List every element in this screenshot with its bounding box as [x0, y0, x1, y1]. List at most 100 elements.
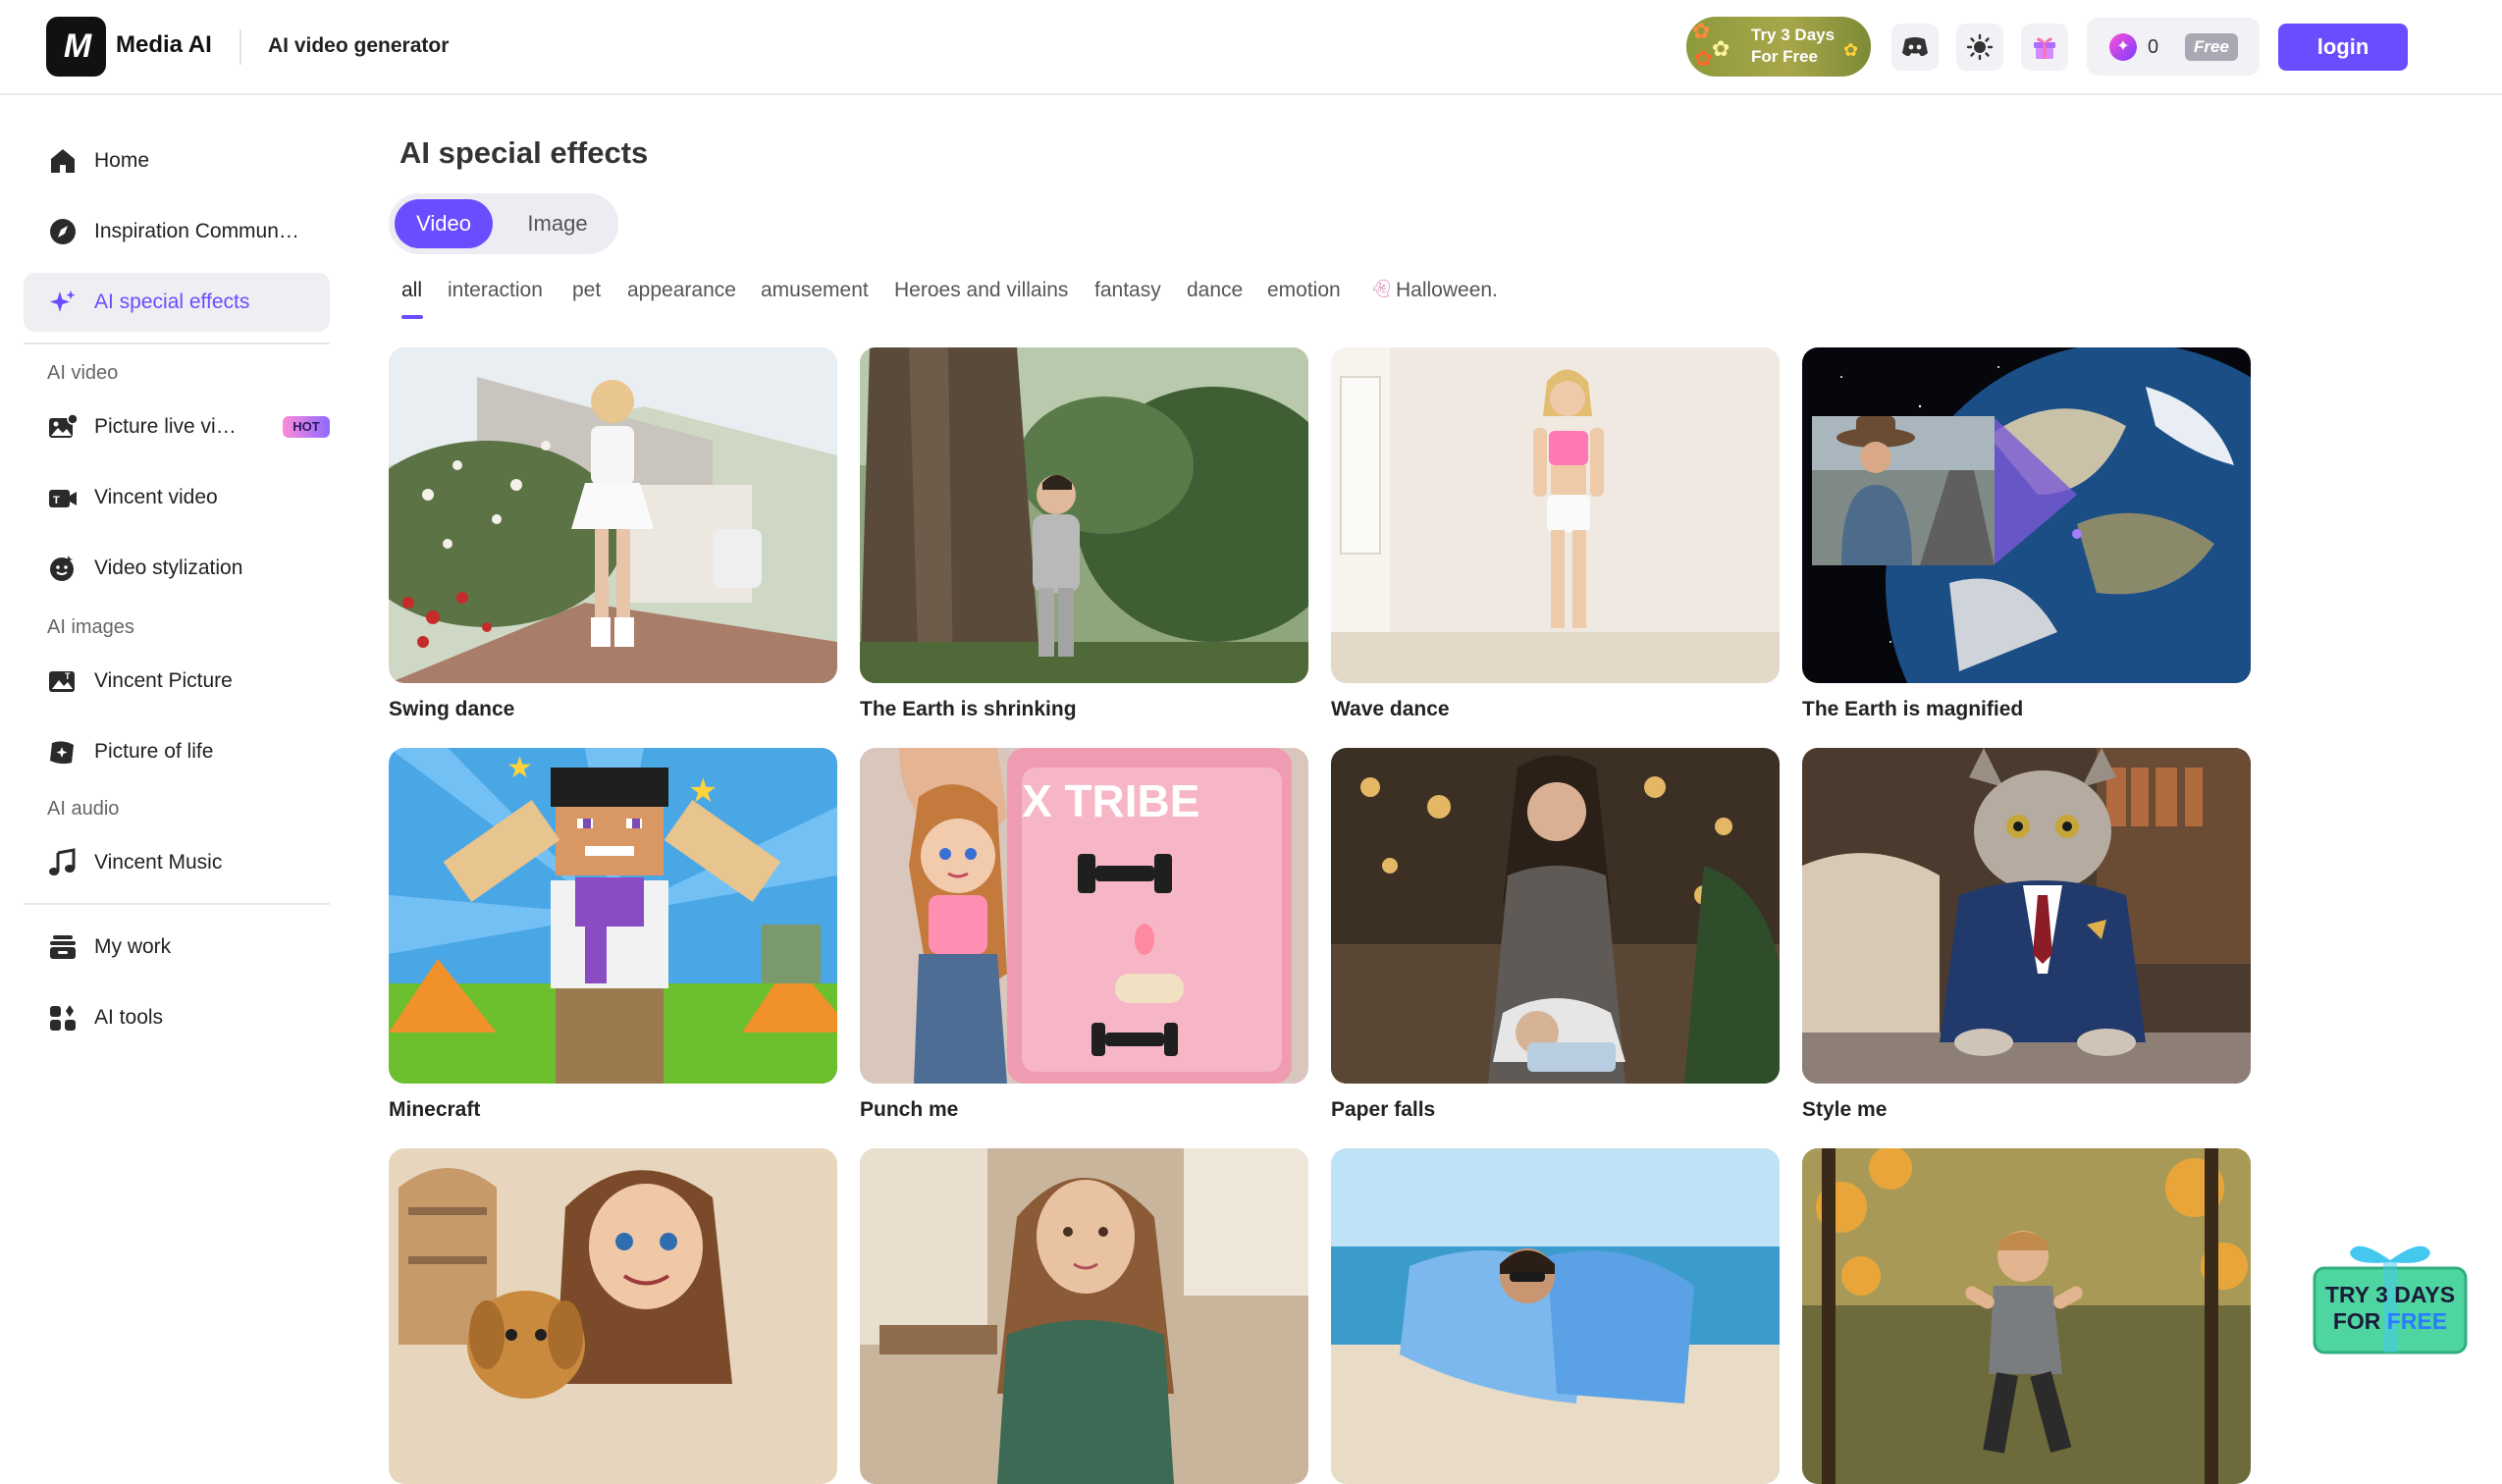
toggle-video[interactable]: Video	[395, 199, 493, 248]
face-style-icon	[50, 556, 74, 581]
earth-magnified-thumbnail	[1802, 347, 2251, 683]
cartoon-dog-thumbnail	[389, 1148, 837, 1484]
effect-thumbnail[interactable]	[1802, 1148, 2251, 1484]
sidebar-item-inspiration[interactable]: Inspiration Commun…	[24, 202, 330, 261]
effect-card[interactable]: The Earth is magnified	[1802, 347, 2251, 720]
effect-title: Minecraft	[389, 1098, 481, 1121]
free-trial-promo-widget[interactable]: TRY 3 DAYS FOR FREE	[2313, 1239, 2468, 1354]
picture-icon: T	[49, 671, 75, 692]
sidebar-item-my-work[interactable]: My work	[24, 918, 330, 977]
effect-thumbnail[interactable]	[389, 347, 837, 683]
effect-card[interactable]: Wave dance	[1331, 347, 1780, 720]
category-tab-dance[interactable]: dance	[1187, 279, 1243, 302]
sidebar-item-vincent-music[interactable]: Vincent Music	[24, 833, 330, 892]
style-me-thumbnail	[1802, 748, 2251, 1084]
category-tab-appearance[interactable]: appearance	[627, 279, 736, 302]
effect-title: Style me	[1802, 1098, 1888, 1121]
effect-thumbnail[interactable]: ★ ★	[389, 748, 837, 1084]
effect-thumbnail[interactable]: X TRIBE	[860, 748, 1308, 1084]
login-button[interactable]: login	[2278, 24, 2408, 71]
sidebar-item-picture-live-video[interactable]: Picture live vi… HOT	[24, 398, 330, 456]
home-icon	[51, 149, 75, 173]
media-type-toggle: Video Image	[389, 193, 618, 254]
toggle-image[interactable]: Image	[508, 199, 607, 248]
effect-card[interactable]: Swing dance	[389, 347, 837, 720]
effect-card[interactable]	[860, 1148, 1308, 1484]
sidebar-divider	[24, 903, 330, 905]
effect-card[interactable]: ★ ★ Minecraft	[389, 748, 837, 1121]
effect-card[interactable]	[389, 1148, 837, 1484]
paper-falls-thumbnail	[1331, 748, 1780, 1084]
effect-thumbnail[interactable]	[1331, 1148, 1780, 1484]
sidebar-item-vincent-video[interactable]: T Vincent video	[24, 468, 330, 527]
effect-card[interactable]	[1802, 1148, 2251, 1484]
effect-title: Paper falls	[1331, 1098, 1436, 1121]
free-trial-button[interactable]: ✿ ✿ ✿ ✿ Try 3 Days For Free	[1686, 17, 1871, 77]
discord-button[interactable]	[1891, 24, 1939, 71]
brand-logo[interactable]: M	[46, 17, 106, 77]
effect-title: The Earth is magnified	[1802, 698, 2024, 720]
music-note-icon	[49, 848, 76, 875]
punch-me-thumbnail: X TRIBE	[860, 748, 1308, 1084]
effect-title: Punch me	[860, 1098, 959, 1121]
effect-card[interactable]	[1331, 1148, 1780, 1484]
header-divider	[240, 29, 241, 65]
earth-shrinking-thumbnail	[860, 347, 1308, 683]
sun-icon	[1966, 33, 1994, 61]
effect-thumbnail[interactable]	[860, 347, 1308, 683]
sidebar-item-video-stylization[interactable]: Video stylization	[24, 539, 330, 598]
active-category-indicator	[401, 315, 423, 319]
effect-card[interactable]: X TRIBE Punch me	[860, 748, 1308, 1121]
sidebar-divider	[24, 343, 330, 344]
effect-card[interactable]: Paper falls	[1331, 748, 1780, 1121]
effect-thumbnail[interactable]	[1802, 347, 2251, 683]
plan-badge: Free	[2185, 33, 2238, 61]
effect-thumbnail[interactable]	[1802, 748, 2251, 1084]
sidebar-item-vincent-picture[interactable]: T Vincent Picture	[24, 652, 330, 711]
ghost-icon: 👻︎	[1370, 279, 1393, 298]
stack-icon	[50, 935, 76, 959]
category-tab-emotion[interactable]: emotion	[1267, 279, 1341, 302]
category-tab-amusement[interactable]: amusement	[761, 279, 869, 302]
flower-icon: ✿	[1692, 19, 1711, 43]
gift-icon	[2034, 37, 2055, 59]
effect-thumbnail[interactable]	[1331, 748, 1780, 1084]
sidebar-item-ai-tools[interactable]: AI tools	[24, 988, 330, 1047]
category-tab-interaction[interactable]: interaction	[448, 279, 543, 302]
category-tab-all[interactable]: all	[401, 279, 422, 302]
effect-thumbnail[interactable]	[389, 1148, 837, 1484]
sparkle-picture-icon	[50, 741, 74, 765]
running-boy-thumbnail	[1802, 1148, 2251, 1484]
minecraft-thumbnail: ★ ★	[389, 748, 837, 1084]
effect-title: Swing dance	[389, 698, 515, 720]
section-title-ai-video: AI video	[47, 362, 119, 384]
theme-toggle-button[interactable]	[1956, 24, 2003, 71]
effect-thumbnail[interactable]	[860, 1148, 1308, 1484]
discord-icon	[1902, 37, 1928, 57]
sidebar-item-picture-of-life[interactable]: Picture of life	[24, 722, 330, 781]
section-title-ai-audio: AI audio	[47, 798, 120, 820]
wave-dance-thumbnail	[1331, 347, 1780, 683]
header-subtitle: AI video generator	[268, 34, 450, 57]
svg-text:T: T	[65, 671, 71, 681]
effect-card[interactable]: The Earth is shrinking	[860, 347, 1308, 720]
free-trial-label: Try 3 Days For Free	[1751, 26, 1836, 66]
category-tab-pet[interactable]: pet	[572, 279, 601, 302]
top-header: M Media AI AI video generator ✿ ✿ ✿ ✿ Tr…	[0, 0, 2502, 95]
credits-widget[interactable]: ✦ 0 Free	[2087, 18, 2260, 76]
gift-button[interactable]	[2021, 24, 2068, 71]
sidebar-item-home[interactable]: Home	[24, 132, 330, 190]
package-brand-text: X TRIBE	[1022, 775, 1199, 826]
effect-thumbnail[interactable]	[1331, 347, 1780, 683]
sparkle-icon	[50, 291, 76, 312]
brand-name[interactable]: Media AI	[116, 31, 212, 59]
beach-pillow-thumbnail	[1331, 1148, 1780, 1484]
swing-dance-thumbnail	[389, 347, 837, 683]
sidebar-item-ai-special-effects[interactable]: AI special effects	[24, 273, 330, 332]
promo-line-2: FOR FREE	[2333, 1308, 2447, 1334]
category-tab-fantasy[interactable]: fantasy	[1094, 279, 1161, 302]
effect-card[interactable]: Style me	[1802, 748, 2251, 1121]
category-tab-heroes-and-villains[interactable]: Heroes and villains	[894, 279, 1068, 302]
effect-title: Wave dance	[1331, 698, 1450, 720]
svg-text:★: ★	[688, 771, 718, 811]
